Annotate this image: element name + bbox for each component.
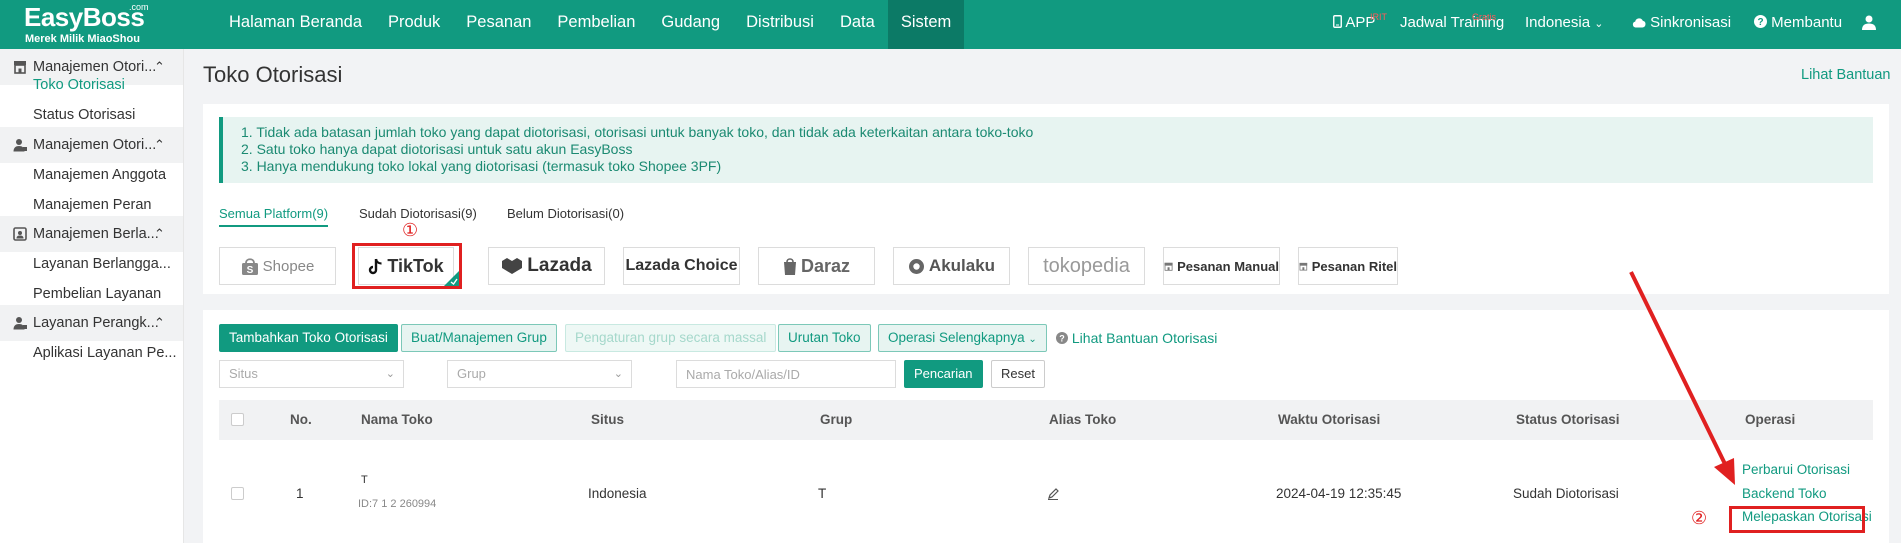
annotation-arrow	[1629, 271, 1735, 485]
